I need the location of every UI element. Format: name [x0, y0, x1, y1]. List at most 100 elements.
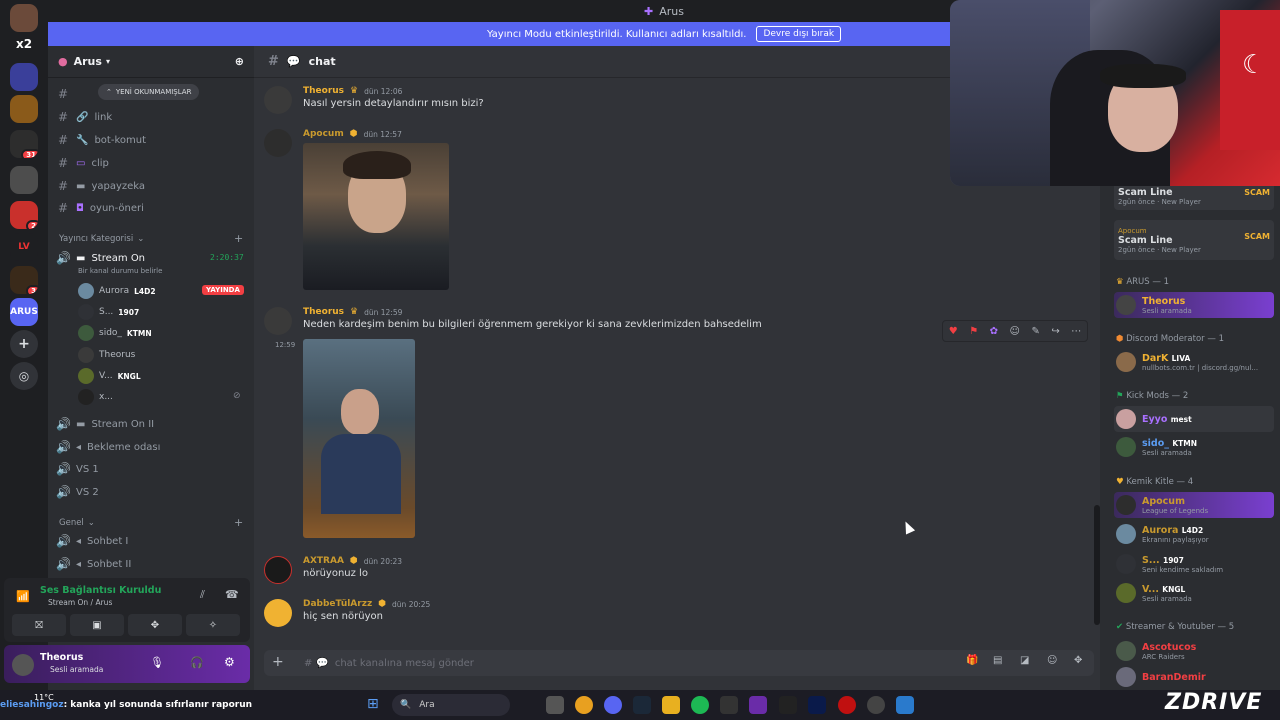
message-image[interactable] — [303, 339, 415, 538]
member-item[interactable]: Scam Line 2gün önce · New Player SCAM — [1114, 182, 1274, 210]
avatar[interactable] — [264, 129, 292, 157]
file-explorer-icon[interactable] — [662, 696, 680, 714]
server-icon-arus[interactable]: ARUS — [10, 298, 38, 326]
server-icon-7[interactable]: 3 — [10, 266, 38, 294]
message-image[interactable] — [303, 143, 449, 290]
member-item[interactable]: Apocum Scam Line 2gün önce · New Player SC… — [1114, 220, 1274, 260]
edit-icon[interactable]: ✎ — [1031, 326, 1039, 337]
member-item[interactable]: V... KNGL Sesli aramada — [1114, 580, 1276, 606]
voice-channel[interactable]: 🔊 VS 1 — [56, 459, 99, 479]
voice-user[interactable]: V... KNGL — [78, 366, 141, 386]
voice-user[interactable]: sido_ KTMN — [78, 323, 152, 343]
channel-item-oyun-oneri[interactable]: # ◘ oyun-öneri — [56, 198, 144, 218]
voice-user[interactable]: Theorus — [78, 345, 135, 365]
avatar[interactable] — [264, 556, 292, 584]
message-author[interactable]: Theorus — [303, 307, 344, 317]
forward-icon[interactable]: ↪ — [1051, 326, 1059, 337]
server-icon-4[interactable]: 31 — [10, 130, 38, 158]
member-item[interactable]: Theorus Sesli aramada — [1114, 292, 1274, 318]
avatar[interactable] — [264, 307, 292, 335]
discord-icon[interactable] — [604, 696, 622, 714]
sticker-icon[interactable]: ◪ — [1020, 655, 1029, 666]
member-item[interactable]: Ascotucos ARC Raiders — [1114, 638, 1276, 664]
voice-status-title[interactable]: Ses Bağlantısı Kuruldu — [40, 585, 161, 596]
gif-icon[interactable]: ▤ — [993, 655, 1002, 666]
voice-status-channel[interactable]: Stream On / Arus — [48, 598, 112, 607]
unread-pill[interactable]: ⌃ YENİ OKUNMAMIŞLAR — [98, 84, 200, 100]
heart-reaction-icon[interactable]: ♥ — [949, 326, 958, 337]
chat-message[interactable]: AXTRAA ⬢ dün 20:23 nörüyonuz lo — [264, 556, 1094, 586]
disconnect-icon[interactable]: ☎ — [225, 588, 239, 601]
voice-user[interactable]: Aurora L4D2 — [78, 281, 156, 301]
windows-start-icon[interactable]: ⊞ — [367, 696, 379, 712]
server-icon-1[interactable] — [10, 4, 38, 32]
message-composer[interactable]: + # 💬 chat kanalına mesaj gönder 🎁 ▤ ◪ ☺… — [264, 650, 1094, 676]
headphones-icon[interactable]: 🎧 — [190, 656, 204, 669]
member-item[interactable]: Eyyo mest — [1114, 406, 1274, 432]
settings-gear-icon[interactable]: ⚙ — [224, 655, 235, 669]
member-item[interactable]: Apocum League of Legends — [1114, 492, 1274, 518]
soundboard-button[interactable]: ✧ — [186, 614, 240, 636]
category-general[interactable]: Genel ⌄ — [59, 518, 95, 528]
member-item[interactable]: sido_ KTMN Sesli aramada — [1114, 434, 1276, 460]
flag-reaction-icon[interactable]: ⚑ — [969, 326, 978, 337]
twitch-icon[interactable] — [749, 696, 767, 714]
category-streamer[interactable]: Yayıncı Kategorisi ⌄ — [59, 234, 144, 244]
add-server-icon[interactable]: + — [10, 330, 38, 358]
steam-icon[interactable] — [633, 696, 651, 714]
capcut-icon[interactable] — [720, 696, 738, 714]
more-options-icon[interactable]: ⋯ — [1071, 326, 1081, 337]
voice-user[interactable]: x... — [78, 387, 113, 407]
photoshop-icon[interactable] — [808, 696, 826, 714]
emoji-icon[interactable]: ☺ — [1047, 655, 1057, 666]
server-icon-2[interactable] — [10, 63, 38, 91]
avatar[interactable] — [12, 654, 34, 676]
voice-channel[interactable]: 🔊 ▬ Stream On II — [56, 414, 154, 434]
channel-item-link[interactable]: # 🔗 link — [56, 107, 112, 127]
chat-message[interactable]: DabbeTülArzz ⬢ dün 20:25 hiç sen nörüyon — [264, 599, 1094, 629]
voice-channel[interactable]: 🔊 ◂ Sohbet I — [56, 531, 128, 551]
member-item[interactable]: Aurora L4D2 Ekranını paylaşıyor — [1114, 521, 1276, 547]
member-item[interactable]: BaranDemir — [1114, 664, 1276, 690]
epic-games-icon[interactable] — [779, 696, 797, 714]
avatar[interactable] — [264, 86, 292, 114]
gift-icon[interactable]: 🎁 — [966, 655, 978, 666]
microphone-icon[interactable]: 🎙 — [150, 656, 164, 669]
obs-icon[interactable] — [867, 696, 885, 714]
server-icon-lv[interactable]: LV — [10, 233, 38, 261]
member-item[interactable]: S... 1907 Seni kendime sakladım — [1114, 551, 1276, 577]
member-item[interactable]: DarK LIVA nullbots.com.tr | discord.gg/nu… — [1114, 349, 1276, 375]
add-channel-icon[interactable]: + — [234, 516, 243, 529]
channel-item-yapayzeka[interactable]: # ▬ yapayzeka — [56, 176, 145, 196]
record-icon[interactable] — [838, 696, 856, 714]
server-icon-3[interactable] — [10, 95, 38, 123]
server-icon-5[interactable] — [10, 166, 38, 194]
voice-channel-stream-on[interactable]: 🔊 ▬ Stream On — [56, 248, 145, 268]
explore-icon[interactable]: ◎ — [10, 362, 38, 390]
channel-item-hidden[interactable]: # — [56, 84, 70, 104]
add-member-icon[interactable]: ⊕ — [235, 55, 244, 68]
voice-user[interactable]: S... 1907 — [78, 302, 139, 322]
camera-off-button[interactable]: ⛝ — [12, 614, 66, 636]
channel-item-clip[interactable]: # ▭ clip — [56, 153, 109, 173]
avatar[interactable] — [264, 599, 292, 627]
spotify-icon[interactable] — [691, 696, 709, 714]
message-author[interactable]: DabbeTülArzz — [303, 599, 372, 609]
taskbar-search[interactable]: 🔍 Ara — [392, 694, 510, 716]
add-channel-icon[interactable]: + — [234, 232, 243, 245]
voice-channel[interactable]: 🔊 VS 2 — [56, 482, 99, 502]
add-reaction-icon[interactable]: ☺ — [1010, 326, 1020, 337]
app-icon[interactable] — [896, 696, 914, 714]
screen-share-button[interactable]: ▣ — [70, 614, 124, 636]
activities-button[interactable]: ✥ — [128, 614, 182, 636]
channel-status[interactable]: Bir kanal durumu belirle — [78, 267, 162, 275]
message-author[interactable]: Apocum — [303, 129, 344, 139]
server-icon-6[interactable]: 2 — [10, 201, 38, 229]
message-author[interactable]: AXTRAA — [303, 556, 344, 566]
disable-streamer-mode-button[interactable]: Devre dışı bırak — [756, 26, 842, 42]
voice-channel[interactable]: 🔊 ◂ Bekleme odası — [56, 437, 160, 457]
apps-icon[interactable]: ✥ — [1074, 655, 1082, 666]
attach-plus-icon[interactable]: + — [272, 654, 284, 670]
noise-suppression-icon[interactable]: ⫽ — [200, 588, 205, 602]
channel-item-bot-komut[interactable]: # 🔧 bot-komut — [56, 130, 146, 150]
